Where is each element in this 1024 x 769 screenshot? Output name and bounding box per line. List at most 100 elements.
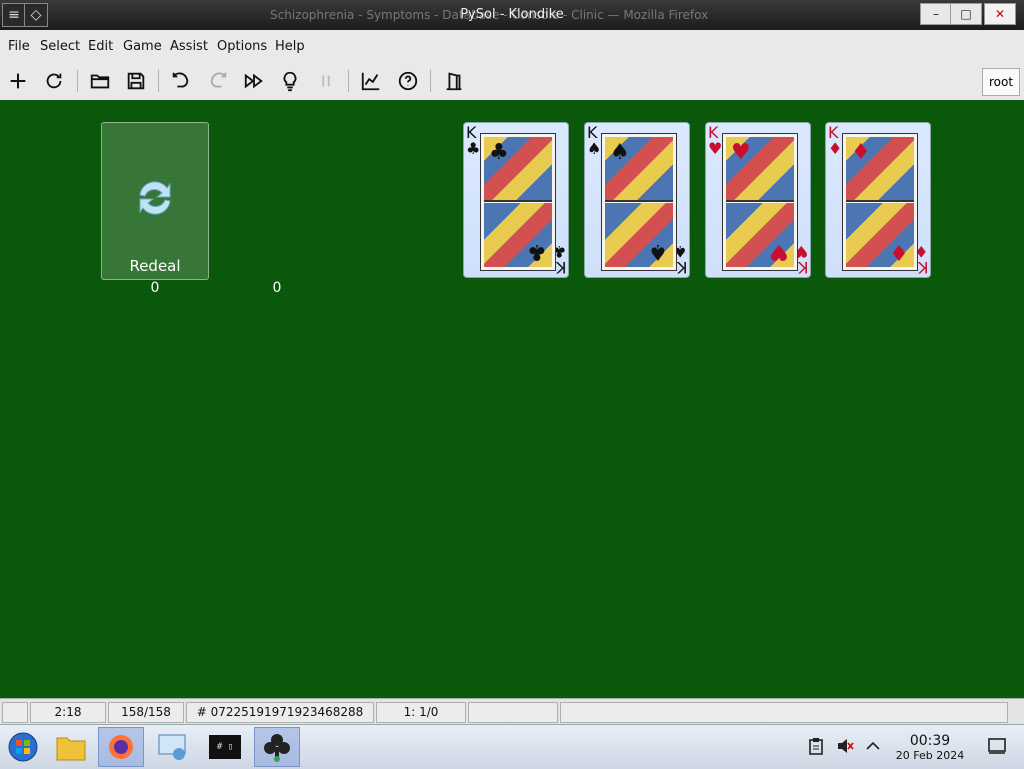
redeal-icon bbox=[139, 181, 171, 215]
card-suit-icon: ♦ bbox=[828, 139, 843, 158]
foundation-card-king-clubs[interactable]: K ♣ K ♣ ♣ ♣ bbox=[463, 122, 569, 278]
start-orb-icon bbox=[8, 732, 38, 762]
menu-game[interactable]: Game bbox=[123, 39, 162, 54]
window-titlebar: ≡ ◇ Schizophrenia - Symptoms - Database … bbox=[0, 0, 1024, 30]
menu-edit[interactable]: Edit bbox=[88, 39, 113, 54]
undo-button[interactable] bbox=[167, 68, 195, 94]
status-message bbox=[560, 702, 1008, 723]
quit-button[interactable] bbox=[440, 68, 468, 94]
terminal-icon: # ▯ bbox=[209, 735, 241, 759]
card-suit-icon: ♥ bbox=[731, 140, 751, 165]
card-suit-icon: ♠ bbox=[648, 239, 668, 264]
taskbar-pysol[interactable] bbox=[254, 727, 300, 767]
taskbar: # ▯ 00:39 20 Feb 2024 bbox=[0, 724, 1024, 769]
control-panel-icon bbox=[158, 734, 186, 760]
show-desktop-icon[interactable] bbox=[988, 737, 1006, 755]
status-score: 1: 1/0 bbox=[376, 702, 466, 723]
restart-button[interactable] bbox=[40, 68, 68, 94]
toolbar-separator bbox=[430, 70, 431, 92]
pause-button[interactable] bbox=[312, 68, 340, 94]
taskbar-file-manager[interactable] bbox=[48, 727, 94, 767]
fast-forward-icon bbox=[244, 73, 263, 89]
card-rank: K bbox=[676, 258, 688, 277]
folder-icon bbox=[90, 74, 110, 89]
player-name: root bbox=[982, 68, 1020, 96]
taskbar-terminal[interactable]: # ▯ bbox=[202, 727, 248, 767]
restart-icon bbox=[46, 73, 62, 89]
card-suit-icon: ♥ bbox=[708, 139, 723, 158]
taskbar-settings[interactable] bbox=[150, 727, 196, 767]
toolbar: root bbox=[0, 62, 1024, 101]
firefox-icon bbox=[109, 735, 133, 759]
card-suit-icon: ♣ bbox=[489, 140, 509, 165]
status-game-number: # 07225191971923468288 bbox=[186, 702, 374, 723]
lightbulb-icon bbox=[283, 71, 297, 92]
clock-time[interactable]: 00:39 bbox=[895, 733, 965, 749]
card-suit-icon: ♠ bbox=[587, 139, 602, 158]
menu-options[interactable]: Options bbox=[217, 39, 267, 54]
autodrop-button[interactable] bbox=[240, 68, 268, 94]
plus-icon bbox=[10, 73, 26, 89]
foundation-card-king-diamonds[interactable]: K ♦ K ♦ ♦ ♦ bbox=[825, 122, 931, 278]
status-bar: 2:18 158/158 # 07225191971923468288 1: 1… bbox=[0, 698, 1024, 725]
minimize-button[interactable]: – bbox=[920, 3, 952, 25]
card-face-artwork: ♠ ♠ bbox=[601, 133, 677, 271]
card-suit-icon: ♠ bbox=[610, 140, 630, 165]
maximize-button[interactable]: □ bbox=[950, 3, 982, 25]
club-icon bbox=[264, 734, 290, 762]
help-icon bbox=[398, 71, 418, 91]
status-empty bbox=[2, 702, 28, 723]
menu-help[interactable]: Help bbox=[275, 39, 305, 54]
card-suit-icon: ♣ bbox=[527, 239, 547, 264]
close-button[interactable]: ✕ bbox=[984, 3, 1016, 25]
card-rank: K bbox=[555, 258, 567, 277]
status-info bbox=[468, 702, 558, 723]
card-suit-icon: ♦ bbox=[889, 239, 909, 264]
card-face-artwork: ♥ ♥ bbox=[722, 133, 798, 271]
foundation-card-king-spades[interactable]: K ♠ K ♠ ♠ ♠ bbox=[584, 122, 690, 278]
card-suit-icon: ♦ bbox=[851, 140, 871, 165]
foundation-card-king-hearts[interactable]: K ♥ K ♥ ♥ ♥ bbox=[705, 122, 811, 278]
clipboard-icon[interactable] bbox=[807, 737, 825, 755]
taskbar-firefox[interactable] bbox=[98, 727, 144, 767]
clock-date[interactable]: 20 Feb 2024 bbox=[890, 749, 970, 762]
folder-icon bbox=[56, 737, 86, 761]
start-button[interactable] bbox=[0, 727, 46, 767]
card-face-artwork: ♦ ♦ bbox=[842, 133, 918, 271]
new-game-button[interactable] bbox=[4, 68, 32, 94]
toolbar-separator bbox=[158, 70, 159, 92]
game-table: Redeal 0 0 K ♣ K ♣ ♣ ♣ K ♠ K ♠ ♠ ♠ K ♥ K ♥ ♥ ♥ K ♦ K ♦ ♦ ♦ bbox=[0, 100, 1024, 698]
card-suit-icon: ♣ bbox=[466, 139, 481, 158]
talon-redeal[interactable]: Redeal bbox=[101, 122, 209, 280]
menu-file[interactable]: File bbox=[8, 39, 30, 54]
card-rank: K bbox=[797, 258, 809, 277]
redo-icon bbox=[210, 72, 227, 88]
toolbar-separator bbox=[77, 70, 78, 92]
card-face-artwork: ♣ ♣ bbox=[480, 133, 556, 271]
window-title: PySol - Klondike bbox=[460, 7, 564, 22]
card-rank: K bbox=[917, 258, 929, 277]
save-icon bbox=[127, 72, 145, 90]
menu-assist[interactable]: Assist bbox=[170, 39, 208, 54]
exit-door-icon bbox=[446, 72, 462, 91]
chart-icon bbox=[361, 72, 380, 91]
pause-icon bbox=[322, 75, 330, 87]
chevron-up-icon[interactable] bbox=[864, 737, 882, 755]
open-button[interactable] bbox=[86, 68, 114, 94]
status-moves: 158/158 bbox=[108, 702, 184, 723]
toolbar-separator bbox=[348, 70, 349, 92]
card-suit-icon: ♥ bbox=[769, 239, 789, 264]
status-time: 2:18 bbox=[30, 702, 106, 723]
redo-button[interactable] bbox=[204, 68, 232, 94]
menu-select[interactable]: Select bbox=[40, 39, 80, 54]
rules-button[interactable] bbox=[394, 68, 422, 94]
waste-count: 0 bbox=[272, 280, 282, 296]
talon-count: 0 bbox=[150, 280, 160, 296]
menu-bar: File Select Edit Game Assist Options Hel… bbox=[0, 30, 1024, 63]
save-button[interactable] bbox=[122, 68, 150, 94]
redeal-label: Redeal bbox=[129, 257, 181, 275]
hint-button[interactable] bbox=[276, 68, 304, 94]
statistics-button[interactable] bbox=[357, 68, 385, 94]
volume-muted-icon[interactable] bbox=[836, 737, 854, 755]
undo-icon bbox=[172, 72, 189, 88]
